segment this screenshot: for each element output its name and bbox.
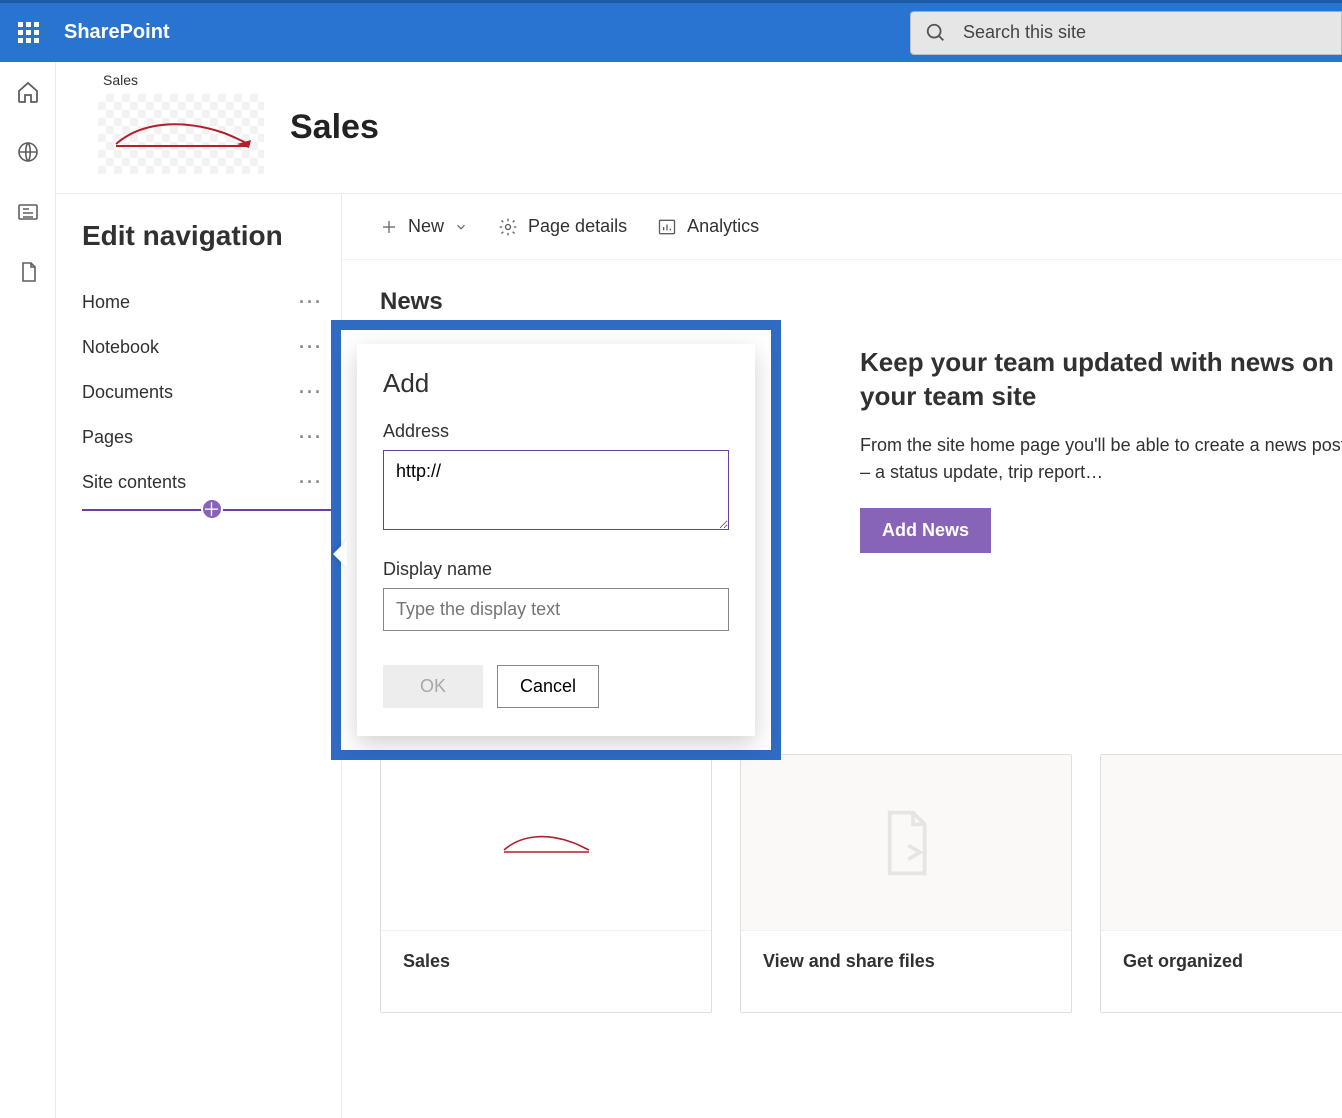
- nav-item-label: Site contents: [82, 472, 186, 493]
- app-launcher-button[interactable]: [0, 3, 56, 62]
- search-icon: [925, 22, 947, 44]
- nav-item-label: Pages: [82, 427, 133, 448]
- nav-item-pages[interactable]: Pages ···: [82, 415, 341, 460]
- news-teaser: Keep your team updated with news on your…: [860, 346, 1342, 553]
- analytics-icon: [657, 217, 677, 237]
- ok-button[interactable]: OK: [383, 665, 483, 708]
- file-icon: [878, 808, 934, 878]
- more-icon[interactable]: ···: [299, 427, 323, 448]
- plus-icon: [380, 218, 398, 236]
- nav-item-label: Documents: [82, 382, 173, 403]
- more-icon[interactable]: ···: [299, 382, 323, 403]
- card-title: View and share files: [741, 931, 1071, 1012]
- home-icon[interactable]: [16, 80, 40, 104]
- suite-bar: SharePoint Search this site: [0, 0, 1342, 62]
- add-link-dialog: Add Address Display name OK Cancel: [357, 344, 755, 736]
- card-organize[interactable]: Get organized: [1100, 754, 1342, 1013]
- car-swoosh-icon: [501, 830, 591, 856]
- brand-label[interactable]: SharePoint: [56, 21, 170, 44]
- news-paragraph: From the site home page you'll be able t…: [860, 432, 1342, 486]
- new-label: New: [408, 216, 444, 237]
- card-files[interactable]: View and share files: [740, 754, 1072, 1013]
- nav-item-home[interactable]: Home ···: [82, 280, 341, 325]
- new-button[interactable]: New: [380, 216, 468, 237]
- nav-item-label: Home: [82, 292, 130, 313]
- more-icon[interactable]: ···: [299, 292, 323, 313]
- callout-arrow-icon: [333, 540, 347, 568]
- quick-links-row: Sales View and share files Get organized: [380, 754, 1342, 1013]
- add-nav-item-button[interactable]: ＋: [201, 498, 223, 520]
- search-placeholder: Search this site: [963, 22, 1086, 43]
- news-icon[interactable]: [16, 200, 40, 224]
- analytics-button[interactable]: Analytics: [657, 216, 759, 237]
- site-logo[interactable]: [98, 94, 264, 174]
- globe-icon[interactable]: [16, 140, 40, 164]
- car-swoosh-icon: [111, 114, 251, 154]
- breadcrumb[interactable]: Sales: [103, 72, 264, 88]
- panel-title: Edit navigation: [82, 220, 341, 252]
- news-headline: Keep your team updated with news on your…: [860, 346, 1342, 414]
- search-box[interactable]: Search this site: [910, 11, 1342, 55]
- page-details-button[interactable]: Page details: [498, 216, 627, 237]
- news-section-title: News: [342, 260, 1342, 316]
- display-name-input[interactable]: [383, 588, 729, 631]
- analytics-label: Analytics: [687, 216, 759, 237]
- card-title: Get organized: [1101, 931, 1342, 1012]
- more-icon[interactable]: ···: [299, 472, 323, 493]
- app-rail: [0, 62, 56, 1118]
- display-name-label: Display name: [383, 559, 729, 580]
- nav-item-documents[interactable]: Documents ···: [82, 370, 341, 415]
- nav-item-notebook[interactable]: Notebook ···: [82, 325, 341, 370]
- gear-icon: [498, 217, 518, 237]
- command-bar: New Page details Analytics: [342, 194, 1342, 260]
- address-input[interactable]: [383, 450, 729, 530]
- edit-navigation-panel: Edit navigation Home ··· Notebook ··· Do…: [56, 194, 342, 1118]
- site-title: Sales: [290, 72, 379, 147]
- address-label: Address: [383, 421, 729, 442]
- cancel-button[interactable]: Cancel: [497, 665, 599, 708]
- file-icon[interactable]: [16, 260, 40, 284]
- nav-item-label: Notebook: [82, 337, 159, 358]
- dialog-title: Add: [383, 368, 729, 399]
- page-details-label: Page details: [528, 216, 627, 237]
- add-news-button[interactable]: Add News: [860, 508, 991, 553]
- chevron-down-icon: [454, 220, 468, 234]
- card-title: Sales: [381, 931, 711, 1012]
- dialog-highlight-frame: Add Address Display name OK Cancel: [331, 320, 781, 760]
- site-header: Sales Sales: [56, 62, 1342, 194]
- more-icon[interactable]: ···: [299, 337, 323, 358]
- waffle-icon: [18, 22, 39, 43]
- card-sales[interactable]: Sales: [380, 754, 712, 1013]
